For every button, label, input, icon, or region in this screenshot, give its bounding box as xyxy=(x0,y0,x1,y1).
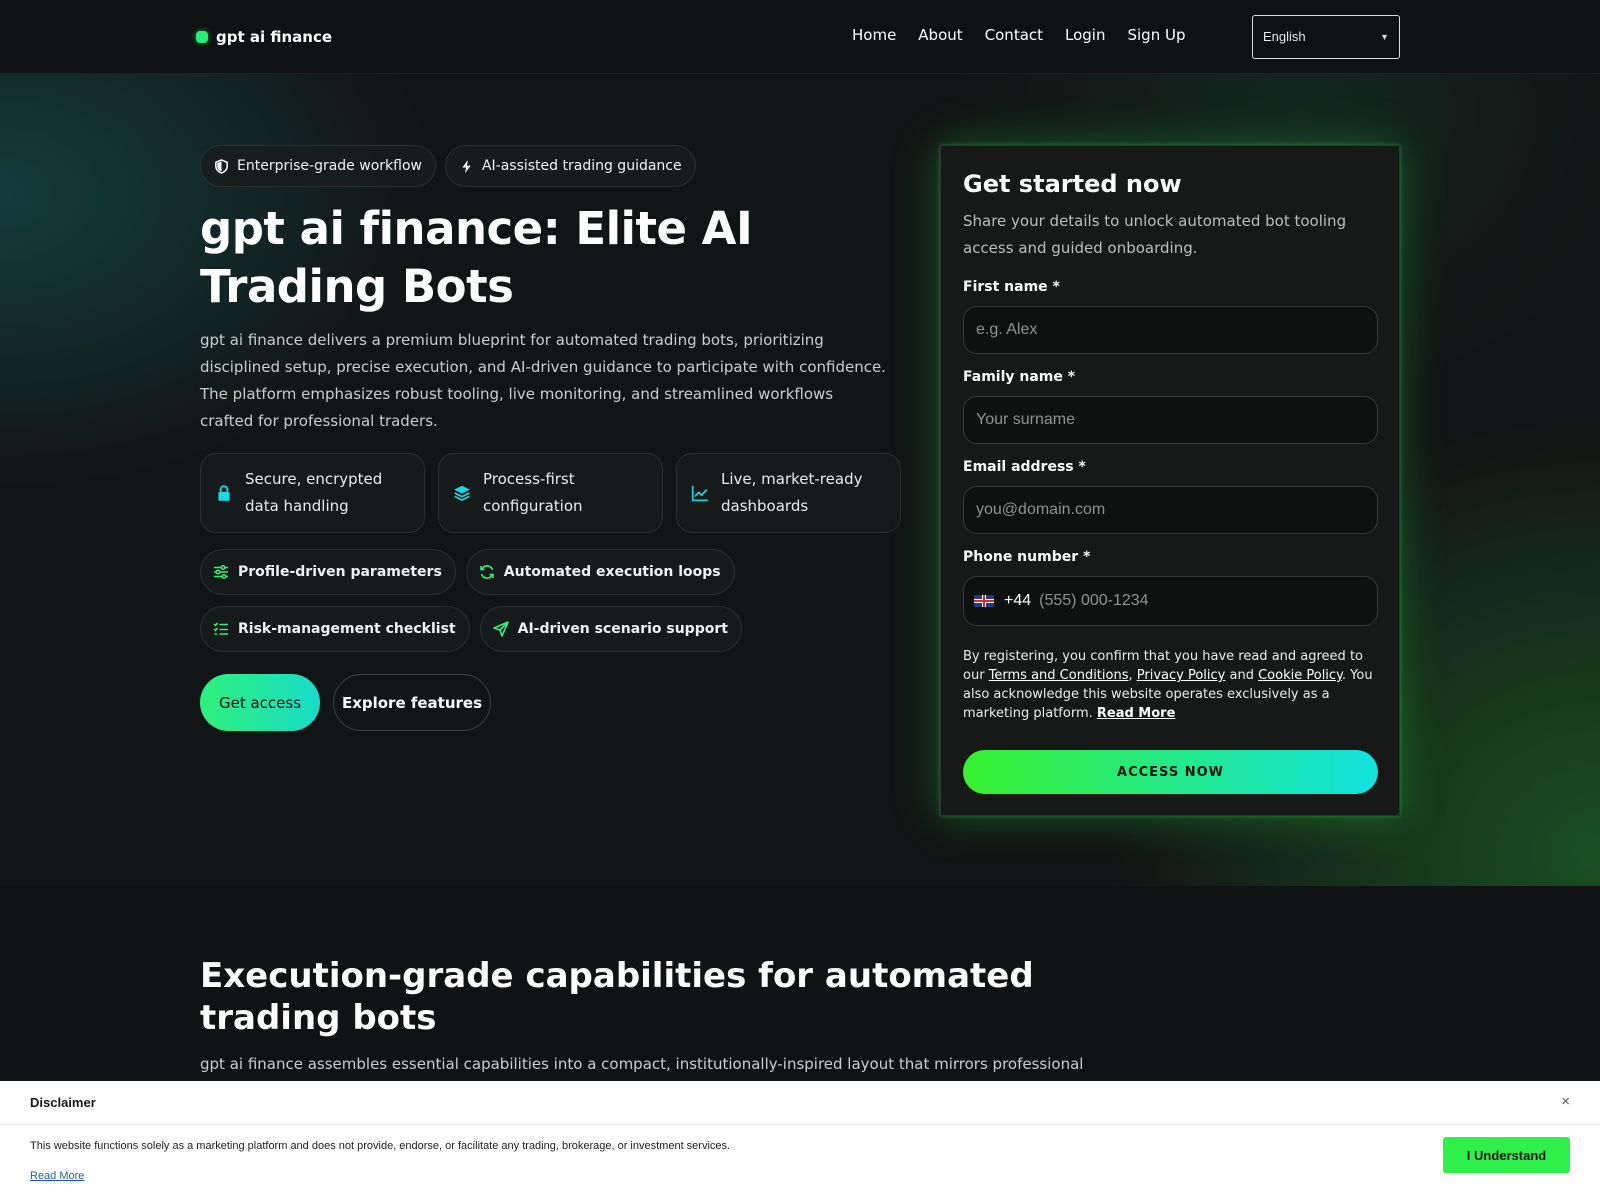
consent-and: and xyxy=(1225,668,1259,683)
chip-scenario-support: AI-driven scenario support xyxy=(479,606,742,652)
hero-top-chips: Enterprise-grade workflow AI-assisted tr… xyxy=(200,145,696,187)
hero-title: gpt ai finance: Elite AI Trading Bots xyxy=(200,202,753,313)
consent-read-more-link[interactable]: Read More xyxy=(1097,706,1176,721)
first-name-field[interactable] xyxy=(963,306,1378,354)
feature-card-label: Secure, encrypted data handling xyxy=(245,470,383,515)
chip-label: Risk-management checklist xyxy=(238,621,456,637)
chip-risk-checklist: Risk-management checklist xyxy=(200,606,470,652)
chip-enterprise: Enterprise-grade workflow xyxy=(200,145,436,187)
feature-card-dashboards: Live, market-ready dashboards xyxy=(676,453,901,533)
chip-execution-loops: Automated execution loops xyxy=(465,549,735,595)
explore-features-button[interactable]: Explore features xyxy=(333,674,491,731)
nav-link-contact[interactable]: Contact xyxy=(985,24,1043,46)
hero-description: gpt ai finance delivers a premium bluepr… xyxy=(200,331,886,430)
sliders-icon xyxy=(214,564,228,580)
disclaimer-title: Disclaimer xyxy=(30,1095,96,1110)
privacy-link[interactable]: Privacy Policy xyxy=(1137,668,1226,683)
refresh-icon xyxy=(479,565,494,579)
disclaimer-banner: Disclaimer × This website functions sole… xyxy=(0,1081,1600,1200)
bolt-icon xyxy=(462,159,471,173)
disclaimer-read-more-link[interactable]: Read More xyxy=(30,1170,84,1182)
chip-label: Automated execution loops xyxy=(503,564,721,580)
brand-logo[interactable]: gpt ai finance xyxy=(196,26,332,48)
nav-links: Home About Contact Login Sign Up xyxy=(852,24,1207,46)
hero-chips-row-1: Profile-driven parameters Automated exec… xyxy=(200,549,735,595)
chip-label: AI-driven scenario support xyxy=(517,621,728,637)
nav-link-home[interactable]: Home xyxy=(852,24,896,46)
phone-label: Phone number * xyxy=(963,549,1091,565)
feature-card-label: Process-first configuration xyxy=(483,470,583,515)
disclaimer-text: This website functions solely as a marke… xyxy=(30,1140,731,1152)
i-understand-button[interactable]: I Understand xyxy=(1443,1137,1570,1173)
chip-label: Profile-driven parameters xyxy=(238,564,442,580)
feature-card-process: Process-first configuration xyxy=(438,453,663,533)
feature-card-secure: Secure, encrypted data handling xyxy=(200,453,425,533)
get-access-button[interactable]: Get access xyxy=(200,674,320,731)
hero-chips-row-2: Risk-management checklist AI-driven scen… xyxy=(200,606,742,652)
terms-link[interactable]: Terms and Conditions xyxy=(989,668,1129,683)
chart-line-icon xyxy=(691,485,708,502)
chip-profile-parameters: Profile-driven parameters xyxy=(200,549,456,595)
access-now-button[interactable]: ACCESS NOW xyxy=(963,750,1378,794)
chip-label: AI-assisted trading guidance xyxy=(481,158,682,174)
email-label: Email address * xyxy=(963,459,1086,475)
hero-cta-row: Get access Explore features xyxy=(200,674,491,731)
feature-cards: Secure, encrypted data handling Process-… xyxy=(200,453,901,533)
nav-link-login[interactable]: Login xyxy=(1065,24,1105,46)
phone-number-input[interactable] xyxy=(1039,578,1367,624)
send-icon xyxy=(492,621,509,637)
first-name-label: First name * xyxy=(963,279,1060,295)
top-navbar: gpt ai finance Home About Contact Login … xyxy=(0,0,1600,74)
cookie-link[interactable]: Cookie Policy xyxy=(1258,668,1342,683)
signup-form-card: Get started now Share your details to un… xyxy=(940,145,1400,816)
nav-link-signup[interactable]: Sign Up xyxy=(1127,24,1185,46)
brand-dot-icon xyxy=(196,31,208,43)
consent-text: By registering, you confirm that you hav… xyxy=(963,649,1373,721)
family-name-field[interactable] xyxy=(963,396,1378,444)
close-icon[interactable]: × xyxy=(1561,1093,1570,1110)
lock-icon xyxy=(218,485,230,501)
section-title: Execution-grade capabilities for automat… xyxy=(200,956,1034,1038)
feature-card-label: Live, market-ready dashboards xyxy=(721,470,863,515)
shield-icon xyxy=(215,158,228,174)
form-subtitle: Share your details to unlock automated b… xyxy=(963,212,1347,257)
form-title: Get started now xyxy=(963,170,1182,198)
chevron-down-icon: ▼ xyxy=(1380,32,1389,42)
disclaimer-header: Disclaimer × xyxy=(0,1081,1600,1125)
phone-dial-code[interactable]: +44 xyxy=(1004,592,1031,610)
email-field[interactable] xyxy=(963,486,1378,534)
brand-name: gpt ai finance xyxy=(216,28,333,46)
language-value: English xyxy=(1263,29,1306,44)
layers-icon xyxy=(454,485,470,502)
family-name-label: Family name * xyxy=(963,369,1076,385)
language-select[interactable]: English ▼ xyxy=(1252,15,1400,59)
phone-field: +44 xyxy=(963,576,1378,626)
nav-link-about[interactable]: About xyxy=(918,24,962,46)
chip-label: Enterprise-grade workflow xyxy=(237,158,422,174)
chip-ai-guidance: AI-assisted trading guidance xyxy=(444,145,696,187)
section-description: gpt ai finance assembles essential capab… xyxy=(200,1055,1084,1073)
checklist-icon xyxy=(213,622,228,635)
uk-flag-icon[interactable] xyxy=(974,595,994,607)
